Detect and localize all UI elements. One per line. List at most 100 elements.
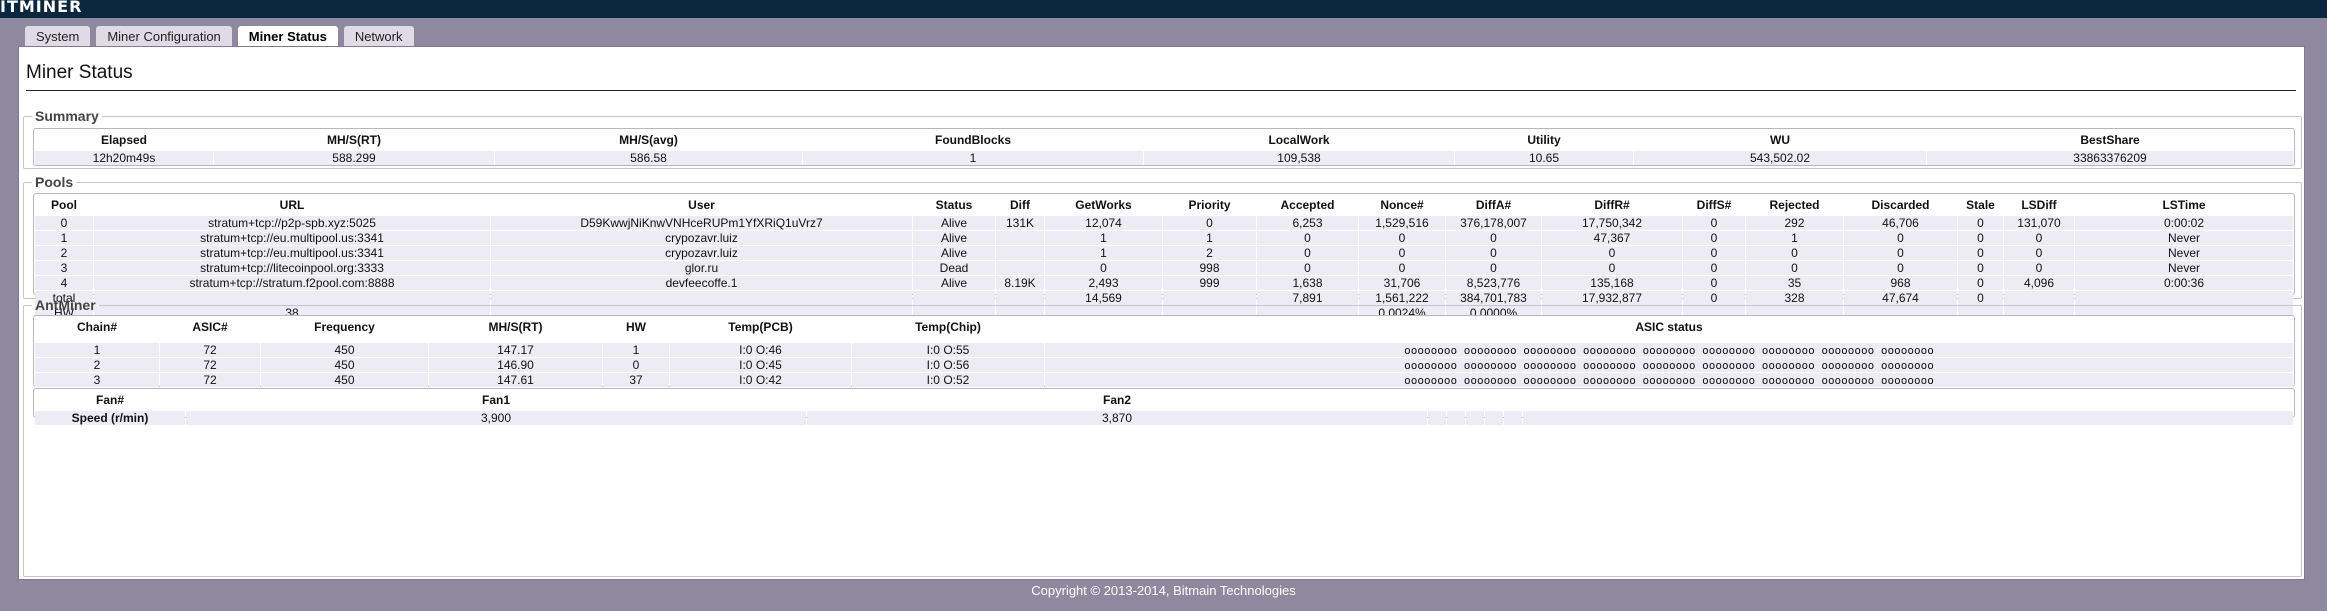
pool-cell-priority: 0: [1163, 216, 1256, 230]
chain-cell-temp-chip: I:0 O:56: [852, 358, 1044, 372]
pool-cell-pool: 0: [35, 216, 93, 230]
pool-cell-stale: 0: [1958, 246, 2003, 260]
pool-cell-user: D59KwwjNiKnwVNHceRUPm1YfXRiQ1uVrz7: [491, 216, 912, 230]
chain-cell-mh-s-rt: 147.61: [429, 373, 602, 387]
summary-cell-foundblocks: 1: [803, 151, 1143, 165]
pool-cell-accepted: 1,638: [1257, 276, 1358, 290]
summary-header-mh-s-avg: MH/S(avg): [619, 133, 678, 147]
pool-cell-diffs: 0: [1683, 231, 1745, 245]
pools-table-box: Pool URL User Status Diff GetWorks Priority Acc…: [33, 193, 2295, 320]
summary-header-elapsed: Elapsed: [100, 133, 148, 147]
pools-legend: Pools: [35, 174, 74, 190]
pool-cell-url: stratum+tcp://eu.multipool.us:3341: [94, 231, 490, 245]
chain-header-temp-chip: Temp(Chip): [915, 320, 981, 334]
summary-row: 12h20m49s 588.299 586.58 1 109,538 10.65 543,5…: [35, 151, 2293, 165]
chain-cell-frequency: 450: [261, 373, 428, 387]
brand-logo-text: ITMINER: [0, 0, 83, 16]
pool-cell-diffs: 0: [1683, 276, 1745, 290]
summary-table-box: Elapsed MH/S(RT) MH/S(avg) FoundBlocks Local…: [33, 128, 2295, 166]
pools-header-url: URL: [279, 198, 305, 212]
summary-header-utility: Utility: [1527, 133, 1561, 147]
pool-cell-stale: 0: [1958, 231, 2003, 245]
pool-cell-lsdiff: 0: [2004, 261, 2074, 275]
pools-header-diffs: DiffS#: [1696, 198, 1732, 212]
pool-cell-lstime: 0:00:02: [2075, 216, 2293, 230]
pool-cell-stale: 0: [1958, 216, 2003, 230]
fan-number-header: Fan#: [95, 393, 124, 407]
chain-cell-asic: 72: [160, 358, 260, 372]
pool-cell-discarded: 46,706: [1844, 216, 1957, 230]
chain-header-mh-s-rt: MH/S(RT): [488, 320, 543, 334]
fan-empty-cell: [1447, 411, 1465, 425]
pool-cell-getworks: 2,493: [1045, 276, 1162, 290]
pool-cell-getworks: 12,074: [1045, 216, 1162, 230]
summary-cell-mh-s-rt: 588.299: [214, 151, 494, 165]
pool-cell-user: crypozavr.luiz: [491, 231, 912, 245]
chain-header-asic: ASIC#: [192, 320, 228, 334]
pool-cell-nonce: 1,529,516: [1359, 216, 1445, 230]
fan1-header: Fan1: [481, 393, 510, 407]
chain-cell-temp-pcb: I:0 O:42: [670, 373, 851, 387]
fans-table-box: Fan# Fan1 Fan2 Speed (r/min) 3,900 3,870: [33, 388, 2295, 425]
pools-header-diff: Diff: [1010, 198, 1030, 212]
pool-row: 0 stratum+tcp://p2p-spb.xyz:5025 D59KwwjNi…: [35, 216, 2293, 230]
pool-cell-lstime: Never: [2075, 231, 2293, 245]
pools-header-accepted: Accepted: [1280, 198, 1335, 212]
pools-header-priority: Priority: [1188, 198, 1231, 212]
chain-cell-hw: 1: [603, 343, 669, 357]
chain-row: 3 72 450 147.61 37 I:0 O:42 I:0 O:52 oooooooo o…: [35, 373, 2293, 387]
summary-cell-wu: 543,502.02: [1634, 151, 1926, 165]
tab-network[interactable]: Network: [342, 25, 415, 47]
pool-cell-url: stratum+tcp://stratum.f2pool.com:8888: [94, 276, 490, 290]
chain-cell-asic: 72: [160, 343, 260, 357]
chain-cell-hw: 0: [603, 358, 669, 372]
pool-cell-diffr: 17,750,342: [1542, 216, 1682, 230]
pool-cell-diff: 131K: [996, 216, 1044, 230]
summary-cell-mh-s-avg: 586.58: [495, 151, 802, 165]
pool-cell-rejected: 0: [1746, 261, 1843, 275]
pool-row: 4 stratum+tcp://stratum.f2pool.com:8888 de…: [35, 276, 2293, 290]
pool-cell-nonce: 0: [1359, 231, 1445, 245]
fan1-speed: 3,900: [186, 411, 806, 425]
chain-cell-temp-pcb: I:0 O:45: [670, 358, 851, 372]
tab-system[interactable]: System: [24, 25, 92, 47]
fan-empty-cell: [1428, 411, 1446, 425]
fan-empty-cell: [1485, 411, 1503, 425]
pool-cell-pool: 1: [35, 231, 93, 245]
fan2-speed: 3,870: [807, 411, 1427, 425]
pool-cell-rejected: 0: [1746, 246, 1843, 260]
fan-empty-header: [1428, 390, 2293, 410]
summary-cell-utility: 10.65: [1455, 151, 1633, 165]
pool-cell-discarded: 0: [1844, 231, 1957, 245]
top-banner: ITMINER: [0, 0, 2327, 18]
pool-cell-lstime: Never: [2075, 246, 2293, 260]
chain-header-hw: HW: [626, 320, 646, 334]
pool-cell-rejected: 292: [1746, 216, 1843, 230]
pool-cell-diffa: 8,523,776: [1446, 276, 1541, 290]
chain-header-frequency: Frequency: [314, 320, 375, 334]
footer-copyright: Copyright © 2013-2014, Bitmain Technolog…: [1031, 583, 1296, 598]
main-tabs: System Miner Configuration Miner Status …: [24, 25, 415, 49]
pool-cell-accepted: 0: [1257, 246, 1358, 260]
chain-cell-frequency: 450: [261, 343, 428, 357]
pool-cell-diff: 8.19K: [996, 276, 1044, 290]
summary-cell-elapsed: 12h20m49s: [35, 151, 213, 165]
pools-header-lstime: LSTime: [2162, 198, 2206, 212]
tab-miner-configuration[interactable]: Miner Configuration: [95, 25, 233, 47]
chain-cell-chain: 3: [35, 373, 159, 387]
pool-cell-url: stratum+tcp://litecoinpool.org:3333: [94, 261, 490, 275]
chain-header-temp-pcb: Temp(PCB): [728, 320, 793, 334]
chain-cell-temp-chip: I:0 O:52: [852, 373, 1044, 387]
chain-cell-frequency: 450: [261, 358, 428, 372]
chain-cell-asic-status: oooooooo oooooooo oooooooo oooooooo oooo…: [1045, 373, 2293, 387]
pool-cell-rejected: 1: [1746, 231, 1843, 245]
pool-cell-diffa: 0: [1446, 261, 1541, 275]
chain-cell-asic-status: oooooooo oooooooo oooooooo oooooooo oooo…: [1045, 343, 2293, 357]
pool-cell-lsdiff: 0: [2004, 231, 2074, 245]
pool-cell-diffr: 0: [1542, 246, 1682, 260]
summary-cell-localwork: 109,538: [1144, 151, 1454, 165]
page-title: Miner Status: [26, 62, 133, 83]
fan-empty-cell: [1504, 411, 1522, 425]
chain-cell-mh-s-rt: 147.17: [429, 343, 602, 357]
pool-cell-nonce: 0: [1359, 246, 1445, 260]
